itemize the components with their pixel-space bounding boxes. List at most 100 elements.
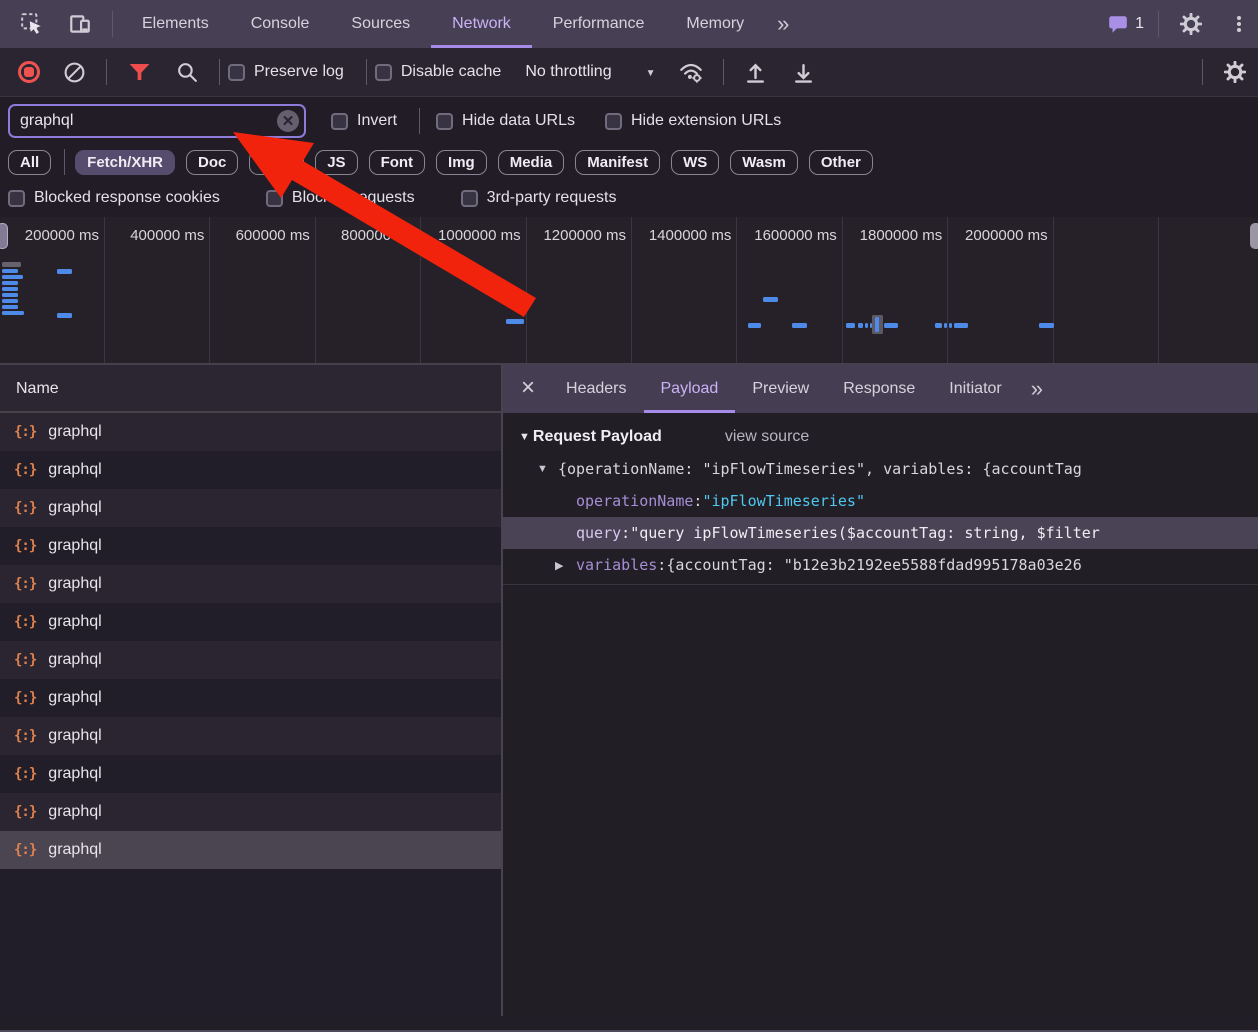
inspect-element-icon[interactable] [19,11,45,37]
details-tab-payload[interactable]: Payload [644,365,736,413]
request-row[interactable]: {:}graphql [0,451,501,489]
collapse-triangle-icon[interactable]: ▼ [519,431,530,443]
record-icon[interactable] [18,61,40,83]
tab-network[interactable]: Network [431,0,532,48]
chip-doc[interactable]: Doc [186,150,238,175]
details-tab-response[interactable]: Response [826,365,932,413]
request-row[interactable]: {:}graphql [0,755,501,793]
divider [112,11,113,37]
request-name: graphql [48,765,101,783]
request-name: graphql [48,841,101,859]
issues-message-icon[interactable] [1105,11,1131,37]
blocked-response-cookies-checkbox[interactable] [8,190,25,207]
request-row[interactable]: {:}graphql [0,717,501,755]
export-har-icon[interactable] [791,59,817,85]
payload-text-segment: "ipFlowTimeseries" [702,492,865,510]
divider [723,59,724,85]
waterfall-bar [2,305,18,309]
details-tab-initiator[interactable]: Initiator [932,365,1018,413]
tree-toggle-icon[interactable]: ▼ [537,463,558,475]
divider [366,59,367,85]
disable-cache-checkbox[interactable] [375,64,392,81]
tab-memory[interactable]: Memory [665,0,765,48]
waterfall-bar [2,275,23,279]
name-column-header[interactable]: Name [0,365,501,413]
request-row[interactable]: {:}graphql [0,527,501,565]
request-row[interactable]: {:}graphql [0,603,501,641]
request-row[interactable]: {:}graphql [0,413,501,451]
device-toolbar-icon[interactable] [67,11,93,37]
throttling-select[interactable]: No throttling ▼ [525,63,655,81]
extra-filter-label: Blocked requests [292,189,415,207]
network-settings-gear-icon[interactable] [1222,59,1248,85]
devtools-tabbar: ElementsConsoleSourcesNetworkPerformance… [0,0,1258,48]
chip-ws[interactable]: WS [671,150,719,175]
blocked-requests-checkbox[interactable] [266,190,283,207]
chip-js[interactable]: JS [315,150,357,175]
request-name: graphql [48,499,101,517]
request-type-chips: All Fetch/XHR Doc CSS JS Font Img Media Manifest… [8,149,1250,175]
chip-wasm[interactable]: Wasm [730,150,798,175]
view-source-link[interactable]: view source [725,428,809,446]
overview-left-handle[interactable] [0,223,8,249]
request-row[interactable]: {:}graphql [0,831,501,869]
chip-css[interactable]: CSS [249,150,304,175]
divider [1202,59,1203,85]
extra-filter: Blocked requests [266,189,429,207]
request-row[interactable]: {:}graphql [0,679,501,717]
chip-fetch-xhr[interactable]: Fetch/XHR [75,150,175,175]
filter-input[interactable] [8,104,306,138]
waterfall-bar [935,323,942,328]
network-conditions-icon[interactable] [678,59,704,85]
waterfall-bar [884,323,898,328]
timeline-tick-label: 1000000 ms [438,227,521,244]
clear-filter-icon[interactable]: ✕ [277,110,299,132]
details-tabbar: × HeadersPayloadPreviewResponseInitiator… [503,365,1258,413]
hide-data-urls-checkbox[interactable] [436,113,453,130]
search-icon[interactable] [174,59,200,85]
timeline-tick-label: 400000 ms [130,227,204,244]
details-more-tabs-icon[interactable]: » [1019,376,1055,402]
request-row[interactable]: {:}graphql [0,489,501,527]
timeline-gridline [842,217,843,363]
payload-tree-row[interactable]: ▶variables: {accountTag: "b12e3b2192ee55… [503,549,1258,581]
settings-gear-icon[interactable] [1178,11,1204,37]
payload-tree-row[interactable]: operationName: "ipFlowTimeseries" [503,485,1258,517]
request-row[interactable]: {:}graphql [0,793,501,831]
payload-tree-row[interactable]: query: "query ipFlowTimeseries($accountT… [503,517,1258,549]
extra-filter-label: Blocked response cookies [34,189,220,207]
network-overview-timeline[interactable]: 200000 ms400000 ms600000 ms800000 ms1000… [0,217,1258,365]
timeline-tick-label: 600000 ms [236,227,310,244]
chip-img[interactable]: Img [436,150,487,175]
tab-elements[interactable]: Elements [121,0,230,48]
waterfall-bar [858,323,863,328]
tab-performance[interactable]: Performance [532,0,666,48]
request-row[interactable]: {:}graphql [0,565,501,603]
chip-manifest[interactable]: Manifest [575,150,660,175]
payload-tree-row[interactable]: ▼{operationName: "ipFlowTimeseries", var… [503,453,1258,485]
import-har-icon[interactable] [743,59,769,85]
divider [64,149,65,175]
more-panels-icon[interactable]: » [765,11,801,37]
tree-toggle-icon[interactable]: ▶ [555,559,576,572]
invert-checkbox[interactable] [331,113,348,130]
chip-font[interactable]: Font [369,150,425,175]
chip-other[interactable]: Other [809,150,873,175]
close-icon[interactable]: × [503,374,549,404]
details-tab-headers[interactable]: Headers [549,365,643,413]
3rd-party-requests-checkbox[interactable] [461,190,478,207]
kebab-menu-icon[interactable] [1226,11,1252,37]
chip-media[interactable]: Media [498,150,565,175]
chip-all[interactable]: All [8,150,51,175]
request-name: graphql [48,613,101,631]
request-name: graphql [48,651,101,669]
tab-sources[interactable]: Sources [330,0,431,48]
tab-console[interactable]: Console [230,0,331,48]
clear-icon[interactable] [61,59,87,85]
request-row[interactable]: {:}graphql [0,641,501,679]
overview-right-handle[interactable] [1250,223,1258,249]
filter-funnel-icon[interactable] [126,59,152,85]
hide-extension-urls-checkbox[interactable] [605,113,622,130]
preserve-log-checkbox[interactable] [228,64,245,81]
details-tab-preview[interactable]: Preview [735,365,826,413]
